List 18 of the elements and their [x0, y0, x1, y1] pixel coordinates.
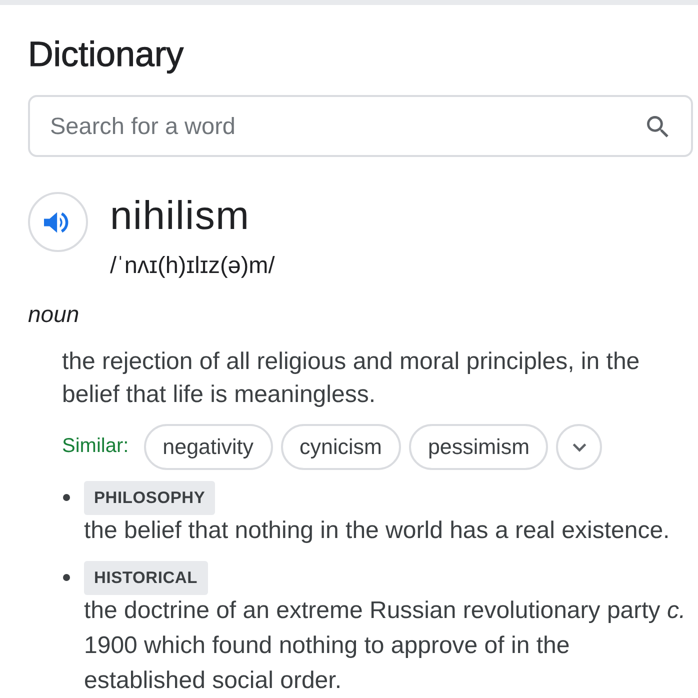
sense-label-tag: PHILOSOPHY [84, 481, 216, 515]
similar-word-chip[interactable]: negativity [144, 424, 273, 470]
bullet-icon [63, 574, 70, 581]
search-icon[interactable] [647, 116, 669, 138]
headword: nihilism [110, 193, 250, 239]
similar-label: Similar: [62, 434, 129, 458]
search-field[interactable]: Search for a word [28, 95, 693, 157]
page-title: Dictionary [28, 35, 184, 75]
similar-word-chip[interactable]: pessimism [408, 424, 548, 470]
chevron-down-icon [572, 442, 587, 452]
definition-text: the rejection of all religious and moral principles, in the belief that life is meaningless. [62, 347, 641, 410]
sense-label-tag: HISTORICAL [84, 561, 208, 595]
sense-definition: the doctrine of an extreme Russian revolutionary party c. 1900 which found nothing to approve of in the established social order. [84, 596, 687, 696]
part-of-speech: noun [28, 300, 80, 329]
similar-word-chip[interactable]: cynicism [280, 424, 401, 470]
phonetic-spelling: /ˈnʌɪ(h)ɪlɪz(ə)m/ [110, 251, 275, 280]
sense-definition: the belief that nothing in the world has a real existence. [84, 516, 671, 546]
bullet-icon [63, 494, 70, 501]
